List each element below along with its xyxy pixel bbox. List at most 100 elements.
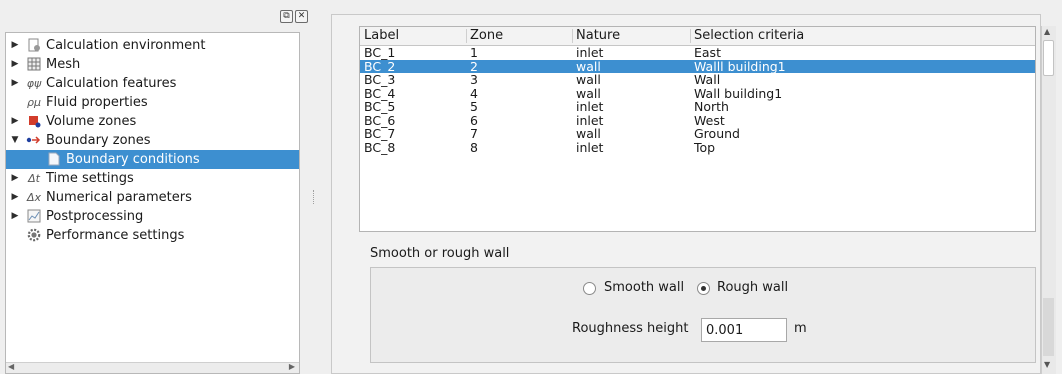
table-cell: 5 [470, 99, 478, 114]
tree-item-label: Postprocessing [46, 209, 144, 224]
table-row[interactable]: BC_4 4 wall Wall building1 [360, 87, 1035, 100]
table-cell: wall [576, 58, 601, 74]
rough-wall-radio[interactable] [697, 282, 710, 295]
table-cell: BC_2 [364, 58, 396, 74]
table-cell: 7 [470, 126, 478, 141]
expand-arrow-icon[interactable]: ▶ [10, 112, 20, 131]
smooth-wall-label[interactable]: Smooth wall [604, 280, 684, 295]
tree-item-volume-zones[interactable]: ▶ Volume zones [6, 112, 299, 131]
tree-item-label: Volume zones [46, 114, 137, 129]
table-row[interactable]: BC_6 6 inlet West [360, 114, 1035, 127]
table-cell: wall [576, 126, 601, 141]
table-cell: BC_1 [364, 45, 396, 60]
column-header-selection-criteria[interactable]: Selection criteria [694, 28, 804, 43]
tree-item-boundary-zones[interactable]: ▼ Boundary zones [6, 131, 299, 150]
table-cell: 3 [470, 72, 478, 87]
roughness-height-input[interactable] [701, 318, 787, 342]
rho-mu-icon: ρμ [27, 96, 41, 109]
table-row[interactable]: BC_5 5 inlet North [360, 100, 1035, 113]
table-cell: BC_8 [364, 139, 396, 155]
smooth-wall-radio[interactable] [583, 282, 596, 295]
panel-vertical-scrollbar[interactable]: ▲ ▼ [1041, 26, 1056, 374]
page-gear-icon [26, 38, 42, 54]
scroll-right-arrow-icon[interactable]: ▶ [289, 362, 295, 371]
scrollbar-track-lower [1043, 298, 1054, 356]
expand-arrow-icon[interactable]: ▶ [10, 188, 20, 207]
table-cell: BC_3 [364, 72, 396, 87]
table-cell: wall [576, 85, 601, 101]
table-row[interactable]: BC_8 8 inlet Top [360, 141, 1035, 154]
table-cell: Walll building1 [694, 58, 786, 74]
table-cell: Ground [694, 126, 740, 141]
roughness-unit-label: m [794, 321, 807, 336]
volume-zones-icon [26, 114, 42, 130]
column-divider[interactable] [466, 29, 467, 43]
expand-arrow-icon[interactable]: ▶ [10, 207, 20, 226]
tree-item-calculation-environment[interactable]: ▶ Calculation environment [6, 36, 299, 55]
expand-arrow-icon[interactable]: ▶ [10, 36, 20, 55]
tree-item-label: Boundary zones [46, 133, 151, 148]
scroll-up-arrow-icon[interactable]: ▲ [1044, 27, 1050, 36]
table-cell: inlet [576, 139, 604, 155]
tree-item-label: Calculation features [46, 76, 177, 91]
column-divider[interactable] [572, 29, 573, 43]
radio-selected-dot [701, 286, 706, 291]
expand-arrow-icon[interactable]: ▶ [10, 55, 20, 74]
table-cell: Wall building1 [694, 85, 783, 101]
tree-horizontal-scrollbar[interactable]: ◀ ▶ [6, 362, 299, 373]
dock-float-button[interactable]: ⧉ [280, 10, 293, 23]
table-cell: Top [694, 139, 716, 155]
tree-item-time-settings[interactable]: ▶ Δt Time settings [6, 169, 299, 188]
table-cell: 8 [470, 139, 478, 155]
column-header-zone[interactable]: Zone [470, 28, 503, 43]
table-cell: 1 [470, 45, 478, 60]
delta-x-icon: Δx [26, 191, 42, 204]
tree-item-calculation-features[interactable]: ▶ φψ Calculation features [6, 74, 299, 93]
tree-item-label: Time settings [46, 171, 134, 186]
boundary-conditions-table[interactable]: Label Zone Nature Selection criteria BC_1 1 i… [359, 26, 1036, 232]
scroll-left-arrow-icon[interactable]: ◀ [8, 362, 14, 371]
column-header-label[interactable]: Label [364, 28, 399, 43]
table-cell: wall [576, 72, 601, 87]
dock-close-button[interactable]: ✕ [295, 10, 308, 23]
tree-item-postprocessing[interactable]: ▶ Postprocessing [6, 207, 299, 226]
collapse-arrow-icon[interactable]: ▼ [10, 131, 20, 150]
tree-item-label: Performance settings [46, 228, 185, 243]
tree-item-mesh[interactable]: ▶ Mesh [6, 55, 299, 74]
table-cell: BC_5 [364, 99, 396, 114]
tree-item-numerical-parameters[interactable]: ▶ Δx Numerical parameters [6, 188, 299, 207]
table-row[interactable]: BC_7 7 wall Ground [360, 127, 1035, 140]
rough-wall-label[interactable]: Rough wall [717, 280, 788, 295]
tree-item-label: Calculation environment [46, 38, 206, 53]
table-row[interactable]: BC_3 3 wall Wall [360, 73, 1035, 86]
wall-group-title: Smooth or rough wall [370, 246, 510, 261]
chart-icon [26, 209, 42, 225]
column-header-nature[interactable]: Nature [576, 28, 620, 43]
table-cell: 6 [470, 112, 478, 128]
table-cell: inlet [576, 99, 604, 114]
table-cell: North [694, 99, 729, 114]
table-cell: 4 [470, 85, 478, 101]
table-cell: Wall [694, 72, 721, 87]
expand-arrow-icon[interactable]: ▶ [10, 74, 20, 93]
tree-item-label: Mesh [46, 57, 81, 72]
roughness-height-label: Roughness height [572, 321, 689, 336]
tree-item-fluid-properties[interactable]: ρμ Fluid properties [6, 93, 299, 112]
boundary-zones-icon [26, 133, 42, 149]
scroll-down-arrow-icon[interactable]: ▼ [1044, 360, 1050, 369]
column-divider[interactable] [690, 29, 691, 43]
table-row[interactable]: BC_1 1 inlet East [360, 46, 1035, 59]
table-row[interactable]: BC_2 2 wall Walll building1 [360, 58, 1035, 74]
table-cell: East [694, 45, 721, 60]
gear-icon [26, 228, 42, 244]
scrollbar-thumb[interactable] [1043, 40, 1054, 76]
expand-arrow-icon[interactable]: ▶ [10, 169, 20, 188]
table-header: Label Zone Nature Selection criteria [360, 27, 1035, 46]
tree-item-performance-settings[interactable]: Performance settings [6, 226, 299, 245]
navigation-tree[interactable]: ▶ Calculation environment ▶ Mesh ▶ φψ Calculat… [5, 32, 300, 374]
splitter-handle[interactable] [313, 190, 316, 204]
table-cell: BC_7 [364, 126, 396, 141]
table-cell: BC_4 [364, 85, 396, 101]
table-cell: BC_6 [364, 112, 396, 128]
tree-item-boundary-conditions[interactable]: Boundary conditions [6, 150, 299, 169]
